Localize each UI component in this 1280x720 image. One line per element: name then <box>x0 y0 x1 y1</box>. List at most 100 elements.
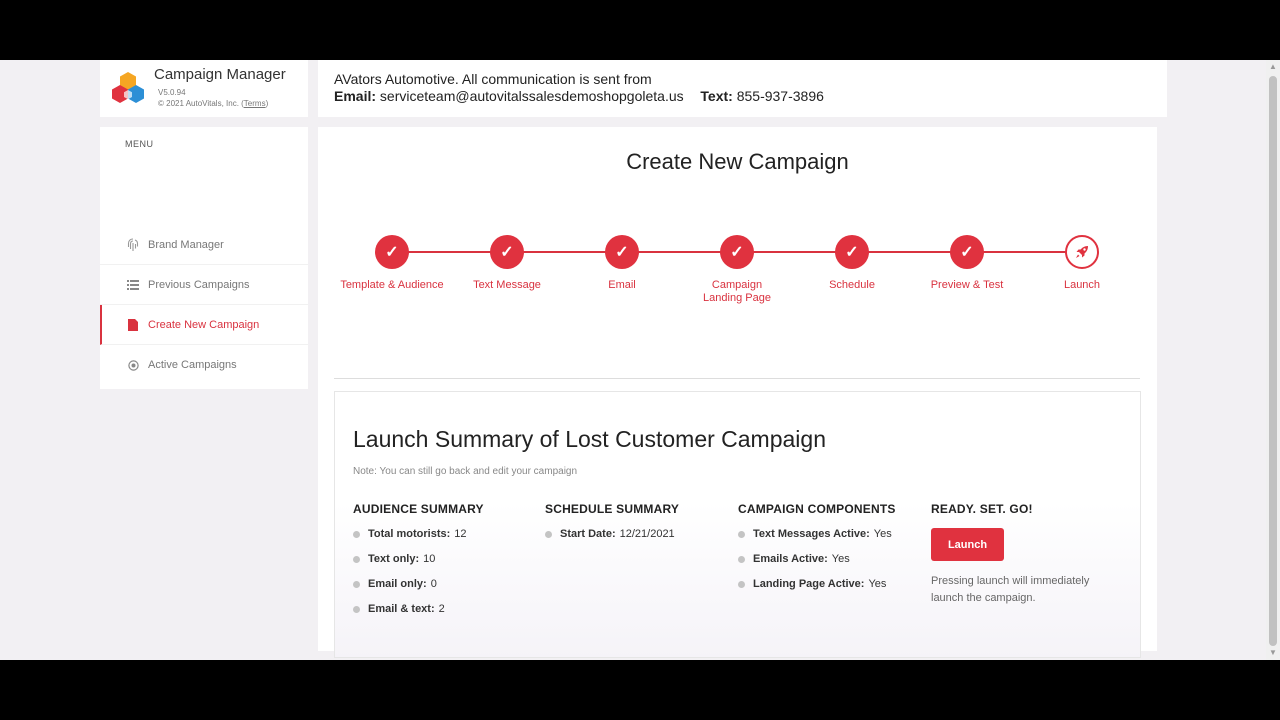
item-label: Email & text: <box>368 603 435 615</box>
list-item: Emails Active: Yes <box>738 553 918 578</box>
bullet-dot <box>738 556 745 563</box>
step-launch[interactable]: Launch <box>1027 235 1137 292</box>
step-preview-test[interactable]: ✓ Preview & Test <box>912 235 1022 292</box>
autovitals-logo <box>112 72 144 103</box>
sender-info-header: AVators Automotive. All communication is… <box>318 60 1167 117</box>
item-value: Yes <box>831 553 850 565</box>
bullet-dot <box>545 531 552 538</box>
sidebar-item-label: Previous Campaigns <box>148 278 250 291</box>
sidebar-item-label: Brand Manager <box>148 238 224 251</box>
step-label: Template & Audience <box>340 279 444 291</box>
step-label: Email <box>608 279 636 291</box>
item-label: Emails Active: <box>753 553 828 565</box>
bullet-dot <box>738 581 745 588</box>
item-value: Yes <box>873 528 892 540</box>
check-icon: ✓ <box>490 235 524 269</box>
menu-heading: MENU <box>125 139 154 149</box>
list-item: Total motorists: 12 <box>353 528 533 553</box>
bullet-dot <box>738 531 745 538</box>
fingerprint-icon <box>126 237 140 252</box>
main-card: Create New Campaign ✓ Template & Audienc… <box>318 127 1157 658</box>
sender-intro: AVators Automotive. All communication is… <box>334 71 652 87</box>
rocket-icon <box>1065 235 1099 269</box>
item-label: Text Messages Active: <box>753 528 870 540</box>
sidebar-item-active-campaigns[interactable]: Active Campaigns <box>100 345 308 385</box>
item-label: Landing Page Active: <box>753 578 865 590</box>
summary-title: Launch Summary of Lost Customer Campaign <box>353 426 826 452</box>
check-icon: ✓ <box>950 235 984 269</box>
step-template-audience[interactable]: ✓ Template & Audience <box>337 235 447 292</box>
step-label: Launch <box>1063 279 1101 291</box>
item-label: Text only: <box>368 553 420 565</box>
item-value: Yes <box>868 578 887 590</box>
text-value: 855-937-3896 <box>736 88 824 104</box>
check-icon: ✓ <box>605 235 639 269</box>
step-campaign-landing-page[interactable]: ✓ Campaign Landing Page <box>682 235 792 305</box>
sidebar-item-create-new-campaign[interactable]: Create New Campaign <box>100 305 308 345</box>
bullet-dot <box>353 581 360 588</box>
schedule-summary: SCHEDULE SUMMARY Start Date: 12/21/2021 <box>545 502 725 553</box>
email-value: serviceteam@autovitalssalesdemoshopgolet… <box>379 88 684 104</box>
step-email[interactable]: ✓ Email <box>567 235 677 292</box>
bullet-dot <box>353 531 360 538</box>
list-item: Text only: 10 <box>353 553 533 578</box>
sender-contacts: Email: serviceteam@autovitalssalesdemosh… <box>334 88 824 104</box>
item-value: 12 <box>454 528 467 540</box>
app-version: V5.0.94 <box>158 88 186 97</box>
launch-button[interactable]: Launch <box>931 528 1004 561</box>
app-title: Campaign Manager <box>154 66 286 83</box>
email-label: Email: <box>334 88 377 104</box>
item-label: Email only: <box>368 578 427 590</box>
item-value: 2 <box>438 603 445 615</box>
app-viewport: Campaign Manager V5.0.94 © 2021 AutoVita… <box>0 60 1280 660</box>
sidebar-item-brand-manager[interactable]: Brand Manager <box>100 225 308 265</box>
file-icon <box>126 318 140 332</box>
list-item: Text Messages Active: Yes <box>738 528 918 553</box>
sidebar-item-previous-campaigns[interactable]: Previous Campaigns <box>100 265 308 305</box>
bullet-dot <box>353 606 360 613</box>
audience-summary: AUDIENCE SUMMARY Total motorists: 12 Text… <box>353 502 533 628</box>
text-label: Text: <box>700 88 733 104</box>
check-icon: ✓ <box>720 235 754 269</box>
sidebar-item-label: Create New Campaign <box>148 318 260 331</box>
scroll-down-arrow-icon[interactable]: ▼ <box>1266 646 1280 660</box>
copyright-close: ) <box>265 99 269 108</box>
app-copyright: © 2021 AutoVitals, Inc. (Terms) <box>158 99 268 108</box>
list-item: Email & text: 2 <box>353 603 533 628</box>
step-label: Preview & Test <box>930 279 1004 291</box>
item-value: 0 <box>430 578 437 590</box>
radio-circle-icon <box>126 358 140 372</box>
sidebar-item-label: Active Campaigns <box>148 359 237 371</box>
check-icon: ✓ <box>835 235 869 269</box>
page-title: Create New Campaign <box>626 149 849 174</box>
step-text-message[interactable]: ✓ Text Message <box>452 235 562 292</box>
list-item: Email only: 0 <box>353 578 533 603</box>
ready-set-go-heading: READY. SET. GO! <box>931 502 1033 516</box>
step-label: Text Message <box>473 279 541 291</box>
item-value: 10 <box>423 553 436 565</box>
vertical-scrollbar[interactable]: ▲ ▼ <box>1266 60 1280 660</box>
item-label: Start Date: <box>560 528 616 540</box>
summary-note: Note: You can still go back and edit you… <box>353 466 578 477</box>
step-schedule[interactable]: ✓ Schedule <box>797 235 907 292</box>
list-item: Start Date: 12/21/2021 <box>545 528 725 553</box>
scroll-up-arrow-icon[interactable]: ▲ <box>1266 60 1280 74</box>
campaign-components-heading: CAMPAIGN COMPONENTS <box>738 502 896 516</box>
scroll-thumb[interactable] <box>1269 76 1277 646</box>
copyright-text: © 2021 AutoVitals, Inc. ( <box>158 99 244 108</box>
audience-summary-heading: AUDIENCE SUMMARY <box>353 502 484 516</box>
launch-summary-panel: Launch Summary of Lost Customer Campaign… <box>334 391 1141 658</box>
item-value: 12/21/2021 <box>619 528 675 540</box>
check-icon: ✓ <box>375 235 409 269</box>
item-label: Total motorists: <box>368 528 451 540</box>
divider <box>334 378 1140 379</box>
list-item: Landing Page Active: Yes <box>738 578 918 603</box>
schedule-summary-heading: SCHEDULE SUMMARY <box>545 502 680 516</box>
launch-note: Pressing launch will immediately launch … <box>931 575 1090 604</box>
brand-block: Campaign Manager V5.0.94 © 2021 AutoVita… <box>100 60 308 117</box>
ready-set-go: READY. SET. GO! Launch Pressing launch w… <box>931 502 1111 607</box>
list-icon <box>126 278 140 292</box>
sidebar-menu: MENU Brand Manager Previous Campaigns Cr… <box>100 127 308 389</box>
step-label: Schedule <box>829 279 875 291</box>
terms-link[interactable]: Terms <box>244 99 266 108</box>
